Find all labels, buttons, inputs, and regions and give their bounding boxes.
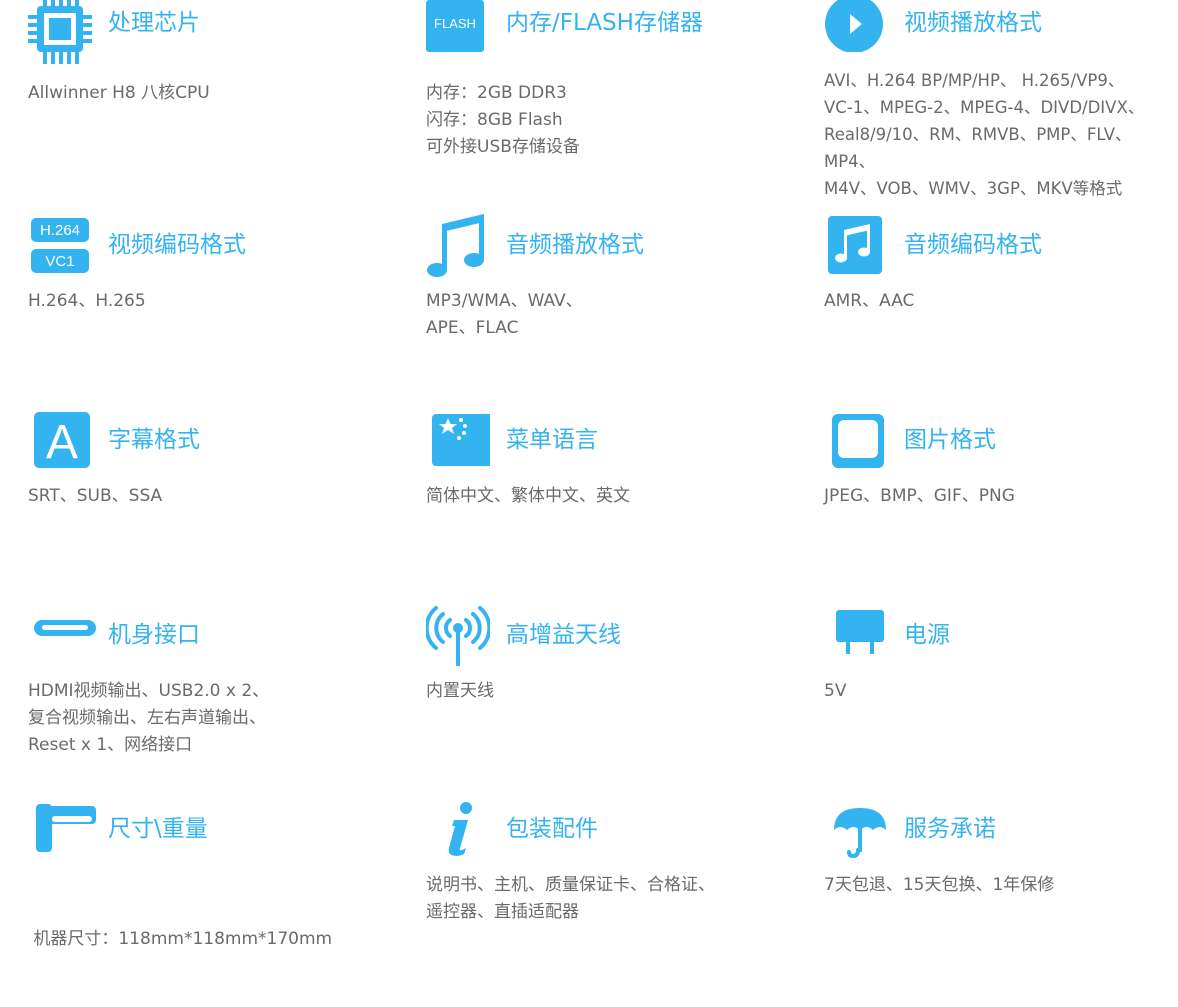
spec-title: 包装配件 xyxy=(506,816,598,842)
spec-title: 高增益天线 xyxy=(506,622,621,648)
spec-title: 音频播放格式 xyxy=(506,232,644,258)
info-icon xyxy=(426,802,490,856)
spec-title: 电源 xyxy=(904,622,950,648)
music-note-square-icon xyxy=(824,216,882,274)
spec-title: 处理芯片 xyxy=(108,10,200,36)
spec-title: 音频编码格式 xyxy=(904,232,1042,258)
antenna-signal-icon xyxy=(426,606,490,668)
spec-description: 简体中文、繁体中文、英文 xyxy=(426,486,630,506)
spec-description: 机器尺寸：118mm*118mm*170mm xyxy=(28,929,333,949)
spec-description: 5V xyxy=(824,681,847,701)
music-note-icon xyxy=(426,212,490,278)
flash-icon-label: FLASH xyxy=(434,16,476,31)
picture-frame-icon xyxy=(824,412,888,470)
spec-description: 7天包退、15天包换、1年保修 xyxy=(824,875,1055,895)
spec-description: 内存：2GB DDR3 闪存：8GB Flash 可外接USB存储设备 xyxy=(426,83,580,157)
spec-description: SRT、SUB、SSA xyxy=(28,486,163,506)
flag-language-icon xyxy=(426,412,490,468)
spec-description: 内置天线 xyxy=(426,681,494,701)
spec-description: H.264、H.265 xyxy=(28,291,146,311)
spec-description: MP3/WMA、WAV、 APE、FLAC xyxy=(426,291,583,338)
spec-description: AVI、H.264 BP/MP/HP、 H.265/VP9、 VC-1、MPEG… xyxy=(824,71,1145,198)
hdmi-port-icon xyxy=(28,612,98,642)
dimension-bracket-icon xyxy=(28,802,98,854)
codec-badge-icon: H.264 VC1 xyxy=(28,218,92,276)
flash-memory-icon: FLASH xyxy=(426,0,484,52)
spec-title: 视频编码格式 xyxy=(108,232,246,258)
spec-title: 图片格式 xyxy=(904,427,996,453)
spec-description: JPEG、BMP、GIF、PNG xyxy=(824,486,1015,506)
spec-title: 机身接口 xyxy=(108,622,200,648)
power-plug-icon xyxy=(824,606,888,658)
umbrella-icon xyxy=(824,802,888,858)
codec-icon-label-1: H.264 xyxy=(40,222,80,239)
spec-description: Allwinner H8 八核CPU xyxy=(28,83,210,103)
spec-title: 字幕格式 xyxy=(108,427,200,453)
spec-title: 内存/FLASH存储器 xyxy=(506,10,703,36)
subtitle-letter-icon: A xyxy=(28,412,92,468)
codec-icon-label-2: VC1 xyxy=(45,253,74,270)
spec-title: 服务承诺 xyxy=(904,816,996,842)
spec-description: HDMI视频输出、USB2.0 x 2、 复合视频输出、左右声道输出、 Rese… xyxy=(28,681,270,755)
spec-title: 视频播放格式 xyxy=(904,10,1042,36)
play-circle-icon xyxy=(824,0,884,52)
spec-title: 菜单语言 xyxy=(506,427,598,453)
spec-title: 尺寸\重量 xyxy=(108,816,208,842)
cpu-chip-icon xyxy=(28,0,92,64)
spec-description: AMR、AAC xyxy=(824,291,915,311)
subtitle-icon-letter: A xyxy=(46,416,78,468)
spec-description: 说明书、主机、质量保证卡、合格证、 遥控器、直插适配器 xyxy=(426,875,715,922)
